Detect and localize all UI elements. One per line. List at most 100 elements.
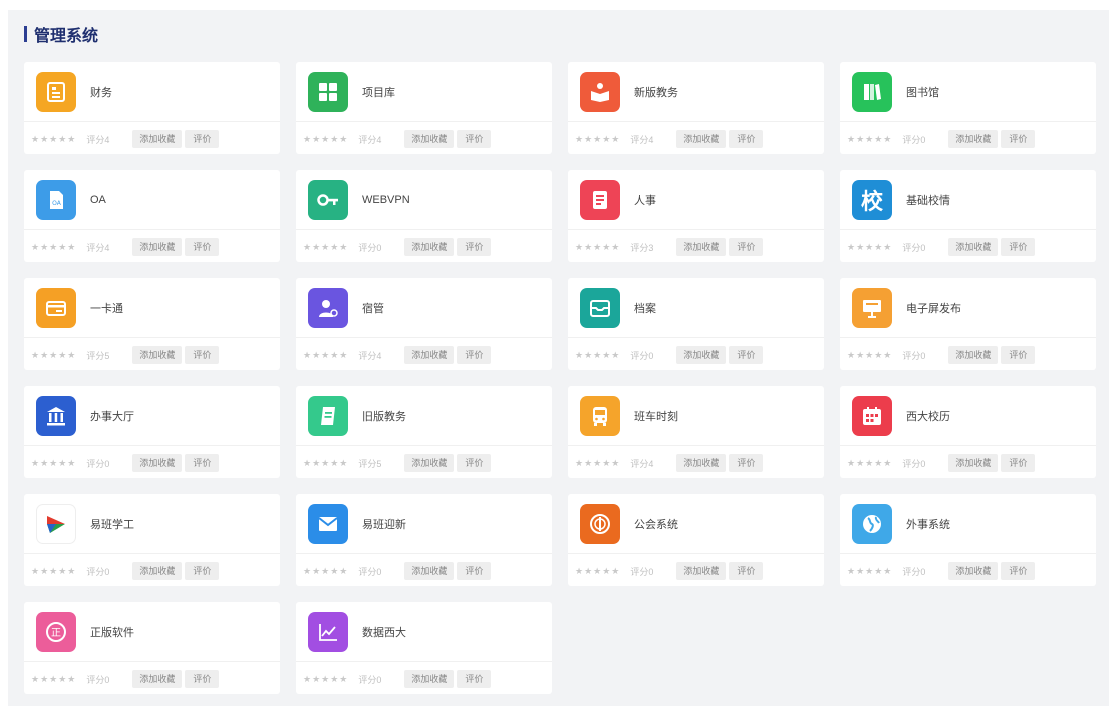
rate-button[interactable]: 评价 bbox=[457, 670, 492, 688]
app-name[interactable]: 易班迎新 bbox=[362, 516, 406, 532]
app-card[interactable]: 西大校历 ★★★★★ 评分0 添加收藏 评价 bbox=[840, 386, 1096, 478]
app-card[interactable]: WEBVPN ★★★★★ 评分0 添加收藏 评价 bbox=[296, 170, 552, 262]
app-card[interactable]: 旧版教务 ★★★★★ 评分5 添加收藏 评价 bbox=[296, 386, 552, 478]
rate-button[interactable]: 评价 bbox=[729, 454, 764, 472]
rate-button[interactable]: 评价 bbox=[1001, 346, 1036, 364]
star-rating-icon[interactable]: ★★★★★ bbox=[31, 674, 76, 685]
rate-button[interactable]: 评价 bbox=[729, 562, 764, 580]
rate-button[interactable]: 评价 bbox=[457, 454, 492, 472]
add-favorite-button[interactable]: 添加收藏 bbox=[404, 238, 455, 256]
star-rating-icon[interactable]: ★★★★★ bbox=[303, 566, 348, 577]
app-name[interactable]: 宿管 bbox=[362, 300, 384, 316]
add-favorite-button[interactable]: 添加收藏 bbox=[132, 670, 183, 688]
star-rating-icon[interactable]: ★★★★★ bbox=[31, 242, 76, 253]
add-favorite-button[interactable]: 添加收藏 bbox=[404, 346, 455, 364]
add-favorite-button[interactable]: 添加收藏 bbox=[404, 130, 455, 148]
rate-button[interactable]: 评价 bbox=[185, 238, 220, 256]
envelope-icon[interactable] bbox=[308, 503, 348, 544]
add-favorite-button[interactable]: 添加收藏 bbox=[132, 238, 183, 256]
app-name[interactable]: 财务 bbox=[90, 84, 112, 100]
app-name[interactable]: 项目库 bbox=[362, 84, 395, 100]
star-rating-icon[interactable]: ★★★★★ bbox=[575, 134, 620, 145]
add-favorite-button[interactable]: 添加收藏 bbox=[676, 130, 727, 148]
rate-button[interactable]: 评价 bbox=[185, 670, 220, 688]
union-emblem-icon[interactable] bbox=[580, 503, 620, 544]
add-favorite-button[interactable]: 添加收藏 bbox=[132, 346, 183, 364]
app-card[interactable]: 图书馆 ★★★★★ 评分0 添加收藏 评价 bbox=[840, 62, 1096, 154]
app-name[interactable]: 旧版教务 bbox=[362, 408, 406, 424]
rate-button[interactable]: 评价 bbox=[457, 130, 492, 148]
add-favorite-button[interactable]: 添加收藏 bbox=[404, 454, 455, 472]
books-icon[interactable] bbox=[852, 71, 892, 112]
add-favorite-button[interactable]: 添加收藏 bbox=[404, 670, 455, 688]
add-favorite-button[interactable]: 添加收藏 bbox=[404, 562, 455, 580]
add-favorite-button[interactable]: 添加收藏 bbox=[948, 130, 999, 148]
app-card-header[interactable]: 正 正版软件 bbox=[24, 602, 280, 662]
hall-icon[interactable] bbox=[36, 395, 76, 436]
star-rating-icon[interactable]: ★★★★★ bbox=[31, 350, 76, 361]
app-card-header[interactable]: 办事大厅 bbox=[24, 386, 280, 446]
rate-button[interactable]: 评价 bbox=[729, 238, 764, 256]
app-card-header[interactable]: 项目库 bbox=[296, 62, 552, 122]
app-card-header[interactable]: 班车时刻 bbox=[568, 386, 824, 446]
add-favorite-button[interactable]: 添加收藏 bbox=[948, 454, 999, 472]
star-rating-icon[interactable]: ★★★★★ bbox=[303, 134, 348, 145]
app-name[interactable]: 外事系统 bbox=[906, 516, 950, 532]
app-name[interactable]: 数据西大 bbox=[362, 624, 406, 640]
reading-icon[interactable] bbox=[580, 71, 620, 112]
app-card-header[interactable]: 档案 bbox=[568, 278, 824, 338]
app-card-header[interactable]: 旧版教务 bbox=[296, 386, 552, 446]
app-card-header[interactable]: 公会系统 bbox=[568, 494, 824, 554]
star-rating-icon[interactable]: ★★★★★ bbox=[847, 458, 892, 469]
app-name[interactable]: 图书馆 bbox=[906, 84, 939, 100]
add-favorite-button[interactable]: 添加收藏 bbox=[948, 238, 999, 256]
app-card[interactable]: 易班学工 ★★★★★ 评分0 添加收藏 评价 bbox=[24, 494, 280, 586]
app-card[interactable]: 新版教务 ★★★★★ 评分4 添加收藏 评价 bbox=[568, 62, 824, 154]
app-card[interactable]: OA OA ★★★★★ 评分4 添加收藏 评价 bbox=[24, 170, 280, 262]
star-rating-icon[interactable]: ★★★★★ bbox=[847, 566, 892, 577]
app-name[interactable]: 档案 bbox=[634, 300, 656, 316]
star-rating-icon[interactable]: ★★★★★ bbox=[847, 134, 892, 145]
app-card-header[interactable]: 电子屏发布 bbox=[840, 278, 1096, 338]
app-card[interactable]: 易班迎新 ★★★★★ 评分0 添加收藏 评价 bbox=[296, 494, 552, 586]
star-rating-icon[interactable]: ★★★★★ bbox=[303, 242, 348, 253]
bus-icon[interactable] bbox=[580, 395, 620, 436]
app-card-header[interactable]: OA OA bbox=[24, 170, 280, 230]
add-favorite-button[interactable]: 添加收藏 bbox=[676, 562, 727, 580]
star-rating-icon[interactable]: ★★★★★ bbox=[575, 242, 620, 253]
add-favorite-button[interactable]: 添加收藏 bbox=[948, 346, 999, 364]
finance-icon[interactable] bbox=[36, 71, 76, 112]
rate-button[interactable]: 评价 bbox=[457, 238, 492, 256]
app-card-header[interactable]: 数据西大 bbox=[296, 602, 552, 662]
globe-icon[interactable] bbox=[852, 503, 892, 544]
app-card[interactable]: 一卡通 ★★★★★ 评分5 添加收藏 评价 bbox=[24, 278, 280, 370]
star-rating-icon[interactable]: ★★★★★ bbox=[575, 566, 620, 577]
app-name[interactable]: 公会系统 bbox=[634, 516, 678, 532]
add-favorite-button[interactable]: 添加收藏 bbox=[676, 238, 727, 256]
add-favorite-button[interactable]: 添加收藏 bbox=[676, 346, 727, 364]
card-icon[interactable] bbox=[36, 287, 76, 328]
app-card[interactable]: 财务 ★★★★★ 评分4 添加收藏 评价 bbox=[24, 62, 280, 154]
rate-button[interactable]: 评价 bbox=[1001, 562, 1036, 580]
calendar-icon[interactable] bbox=[852, 395, 892, 436]
app-card-header[interactable]: 西大校历 bbox=[840, 386, 1096, 446]
app-name[interactable]: 办事大厅 bbox=[90, 408, 134, 424]
app-card[interactable]: 班车时刻 ★★★★★ 评分4 添加收藏 评价 bbox=[568, 386, 824, 478]
app-card-header[interactable]: 外事系统 bbox=[840, 494, 1096, 554]
star-rating-icon[interactable]: ★★★★★ bbox=[303, 674, 348, 685]
app-card[interactable]: 公会系统 ★★★★★ 评分0 添加收藏 评价 bbox=[568, 494, 824, 586]
rate-button[interactable]: 评价 bbox=[729, 346, 764, 364]
app-name[interactable]: 西大校历 bbox=[906, 408, 950, 424]
app-card-header[interactable]: 财务 bbox=[24, 62, 280, 122]
rate-button[interactable]: 评价 bbox=[1001, 454, 1036, 472]
app-name[interactable]: WEBVPN bbox=[362, 194, 410, 206]
app-card[interactable]: 外事系统 ★★★★★ 评分0 添加收藏 评价 bbox=[840, 494, 1096, 586]
star-rating-icon[interactable]: ★★★★★ bbox=[575, 458, 620, 469]
app-name[interactable]: 人事 bbox=[634, 192, 656, 208]
app-name[interactable]: 新版教务 bbox=[634, 84, 678, 100]
app-card-header[interactable]: 图书馆 bbox=[840, 62, 1096, 122]
campus-glyph-icon[interactable]: 校 bbox=[852, 179, 892, 220]
rate-button[interactable]: 评价 bbox=[185, 562, 220, 580]
rate-button[interactable]: 评价 bbox=[1001, 130, 1036, 148]
app-name[interactable]: OA bbox=[90, 194, 106, 206]
